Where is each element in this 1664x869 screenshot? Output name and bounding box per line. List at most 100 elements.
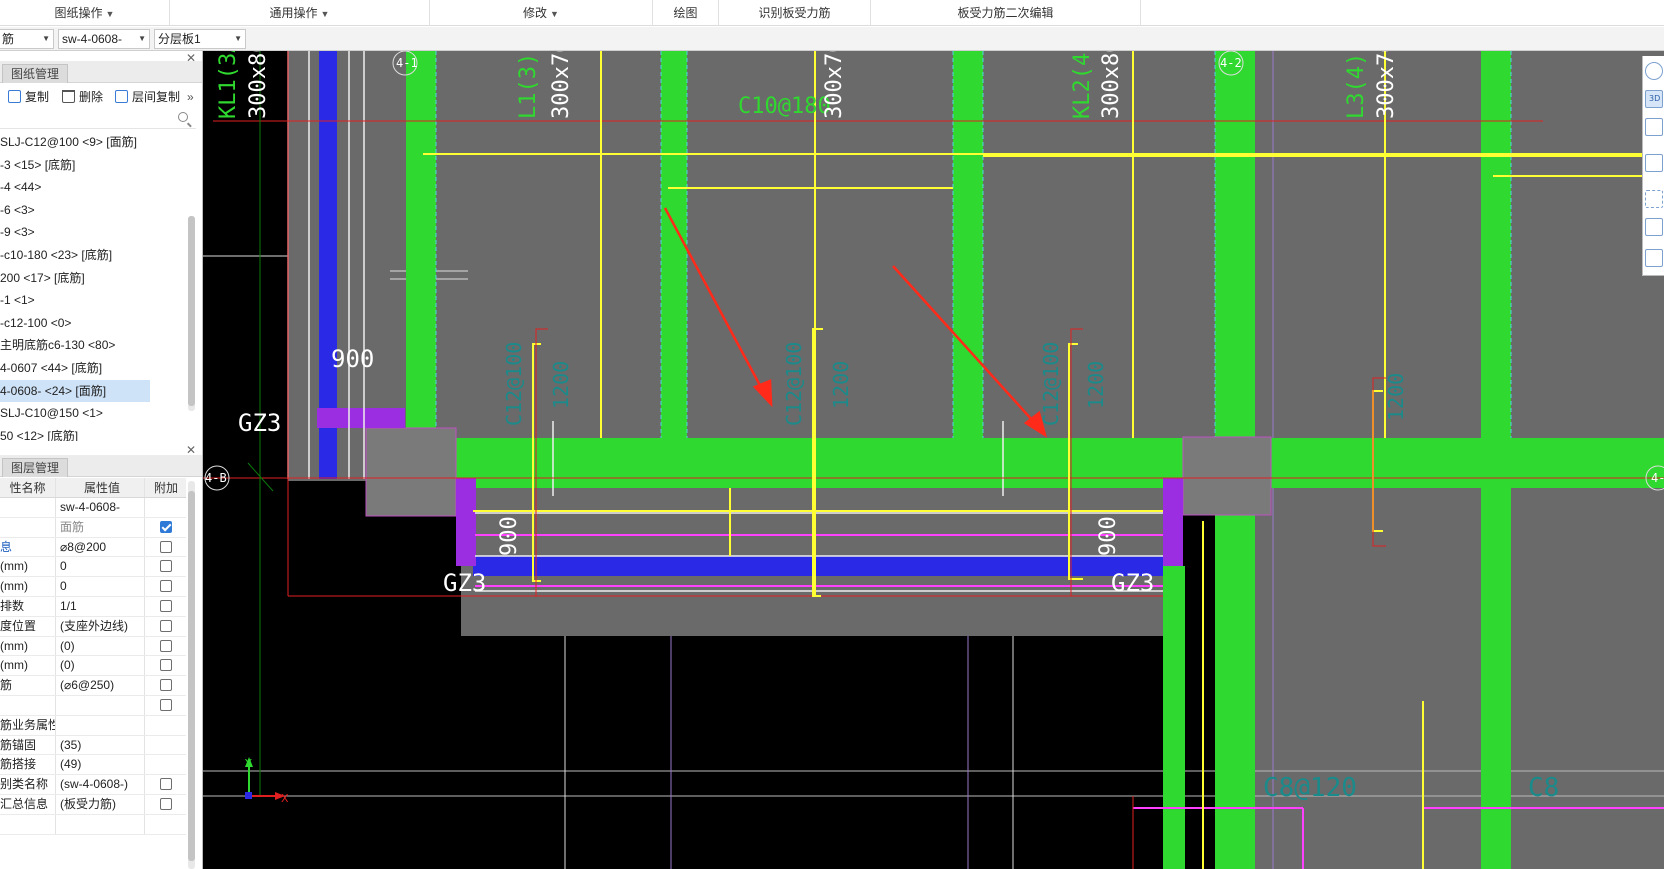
ribbon-group-modify[interactable]: 修改 ▼ — [430, 0, 653, 26]
delete-button[interactable]: 删除 — [62, 87, 103, 107]
property-row[interactable]: 排数 1/1 — [0, 596, 186, 617]
property-row[interactable]: (mm) (0) — [0, 636, 186, 657]
property-value[interactable]: 面筋 — [57, 517, 145, 537]
property-row[interactable] — [0, 814, 186, 835]
dashed-box-icon[interactable] — [1645, 190, 1663, 208]
property-value[interactable]: (35) — [57, 735, 145, 755]
tab-drawing-management[interactable]: 图纸管理 — [2, 64, 69, 83]
drawing-list-item[interactable]: 4-0608- <24> [面筋] — [0, 379, 150, 403]
extra-checkbox[interactable] — [160, 540, 172, 553]
drawing-list-item[interactable]: -c12-100 <0> — [0, 312, 190, 335]
cad-canvas[interactable]: 4-1 4-2 4-B 4- KL1(3A) 300x80 L1(3) 300x… — [203, 51, 1664, 869]
properties-icon[interactable] — [1645, 249, 1663, 267]
property-row[interactable] — [0, 695, 186, 716]
tab-layer-management[interactable]: 图层管理 — [2, 458, 69, 477]
copy-button[interactable]: 复制 — [8, 87, 49, 107]
extra-checkbox[interactable] — [160, 698, 172, 711]
close-icon[interactable]: ✕ — [186, 443, 196, 457]
box-icon[interactable] — [1645, 154, 1663, 172]
drawing-list-item[interactable]: 200 <17> [底筋] — [0, 267, 190, 290]
cad-drawing: 4-1 4-2 4-B 4- KL1(3A) 300x80 L1(3) 300x… — [203, 51, 1664, 869]
drawing-list-item[interactable]: 主明底筋c6-130 <80> — [0, 334, 190, 357]
drawing-list-item[interactable]: -6 <3> — [0, 199, 190, 222]
property-value[interactable]: ⌀8@200 — [57, 537, 145, 557]
extra-cell — [146, 775, 186, 794]
drawing-list-item[interactable]: 4-0607 <44> [底筋] — [0, 357, 190, 380]
drawing-list-item[interactable]: SLJ-C10@150 <1> — [0, 402, 190, 425]
drawing-list-item[interactable]: 50 <12> [底筋] — [0, 425, 190, 441]
select-value: 筋 — [2, 32, 15, 46]
drawing-list-item[interactable]: -4 <44> — [0, 176, 190, 199]
layer-select[interactable]: 分层板1 ▼ — [154, 29, 246, 49]
property-row[interactable]: 度位置 (支座外边线) — [0, 616, 186, 637]
rebar-label: C12@100 — [1039, 342, 1063, 426]
property-value[interactable]: 0 — [57, 557, 145, 577]
ribbon-group-drawing-ops[interactable]: 图纸操作 ▼ — [0, 0, 170, 26]
drawing-search[interactable] — [0, 111, 196, 129]
property-row[interactable]: 筋搭接 (49) — [0, 755, 186, 776]
property-row[interactable]: 筋业务属性 — [0, 715, 186, 736]
property-row[interactable]: 筋锚固 (35) — [0, 735, 186, 756]
extra-checkbox[interactable] — [160, 659, 172, 672]
property-value[interactable]: 1/1 — [57, 596, 145, 616]
extra-cell — [146, 656, 186, 675]
scrollbar-thumb[interactable] — [188, 491, 195, 861]
property-row[interactable]: 息 ⌀8@200 — [0, 537, 186, 558]
search-icon[interactable] — [178, 112, 188, 122]
extra-checkbox[interactable] — [160, 580, 172, 593]
property-value[interactable]: (sw-4-0608-) — [57, 775, 145, 794]
drawing-list-item[interactable]: SLJ-C12@100 <9> [面筋] — [0, 131, 190, 154]
property-row[interactable]: 面筋 — [0, 517, 186, 538]
beam-label: C10@180 — [738, 94, 831, 119]
property-value[interactable] — [57, 715, 145, 735]
extra-checkbox[interactable] — [160, 599, 172, 612]
property-row[interactable]: sw-4-0608- — [0, 498, 186, 518]
ribbon-group-label: 识别板受力筋 — [758, 6, 831, 20]
scrollbar-thumb[interactable] — [188, 216, 195, 406]
extra-checkbox[interactable] — [160, 560, 172, 573]
property-value[interactable]: (支座外边线) — [57, 616, 145, 636]
property-row[interactable]: 汇总信息 (板受力筋) — [0, 794, 186, 815]
extra-checkbox[interactable] — [160, 679, 172, 692]
property-value[interactable]: 0 — [57, 577, 145, 596]
property-value[interactable]: (0) — [57, 656, 145, 676]
extra-checkbox[interactable] — [160, 778, 172, 791]
extra-checkbox[interactable] — [160, 797, 172, 810]
drawing-list-scrollbar[interactable] — [188, 216, 195, 411]
drawing-list-item[interactable]: -1 <1> — [0, 289, 190, 312]
more-button[interactable]: » — [187, 87, 194, 107]
property-value[interactable] — [57, 814, 145, 834]
property-value[interactable]: sw-4-0608- — [57, 498, 145, 517]
element-name-select[interactable]: sw-4-0608- ▼ — [58, 29, 150, 49]
drawing-list-item[interactable]: -3 <15> [底筋] — [0, 154, 190, 177]
property-value[interactable]: (49) — [57, 755, 145, 775]
ribbon-group-rebar-secondary-edit[interactable]: 板受力筋二次编辑 — [871, 0, 1141, 26]
view-cube-icon[interactable] — [1645, 118, 1663, 136]
property-value[interactable] — [57, 695, 145, 715]
3d-icon[interactable]: 3D — [1645, 90, 1663, 108]
ribbon-group-recognize-rebar[interactable]: 识别板受力筋 — [719, 0, 871, 26]
extra-checkbox[interactable] — [160, 520, 172, 533]
axis-label-4-1: 4-1 — [396, 56, 418, 70]
floor-copy-button[interactable]: 层间复制 — [115, 87, 180, 107]
property-row[interactable]: (mm) (0) — [0, 656, 186, 677]
property-row[interactable]: (mm) 0 — [0, 577, 186, 597]
extra-checkbox[interactable] — [160, 639, 172, 652]
property-row[interactable]: 筋 (⌀6@250) — [0, 676, 186, 696]
drawing-list-item[interactable]: -c10-180 <23> [底筋] — [0, 244, 190, 267]
property-value[interactable]: (0) — [57, 636, 145, 656]
property-row[interactable]: (mm) 0 — [0, 557, 186, 578]
ribbon-group-draw[interactable]: 绘图 — [653, 0, 719, 26]
close-icon[interactable]: ✕ — [186, 51, 196, 65]
drawing-list-item[interactable]: -9 <3> — [0, 221, 190, 244]
orbit-icon[interactable] — [1645, 62, 1663, 80]
ribbon-group-common-ops[interactable]: 通用操作 ▼ — [170, 0, 430, 26]
property-value[interactable]: (⌀6@250) — [57, 676, 145, 695]
property-row[interactable]: 别类名称 (sw-4-0608-) — [0, 775, 186, 795]
element-type-select[interactable]: 筋 ▼ — [0, 29, 54, 49]
property-value[interactable]: (板受力筋) — [57, 794, 145, 814]
drawing-list: SLJ-C12@100 <9> [面筋] -3 <15> [底筋] -4 <44> -… — [0, 131, 190, 441]
extra-checkbox[interactable] — [160, 619, 172, 632]
property-table-scrollbar[interactable] — [188, 481, 195, 869]
cube-select-icon[interactable] — [1645, 218, 1663, 236]
